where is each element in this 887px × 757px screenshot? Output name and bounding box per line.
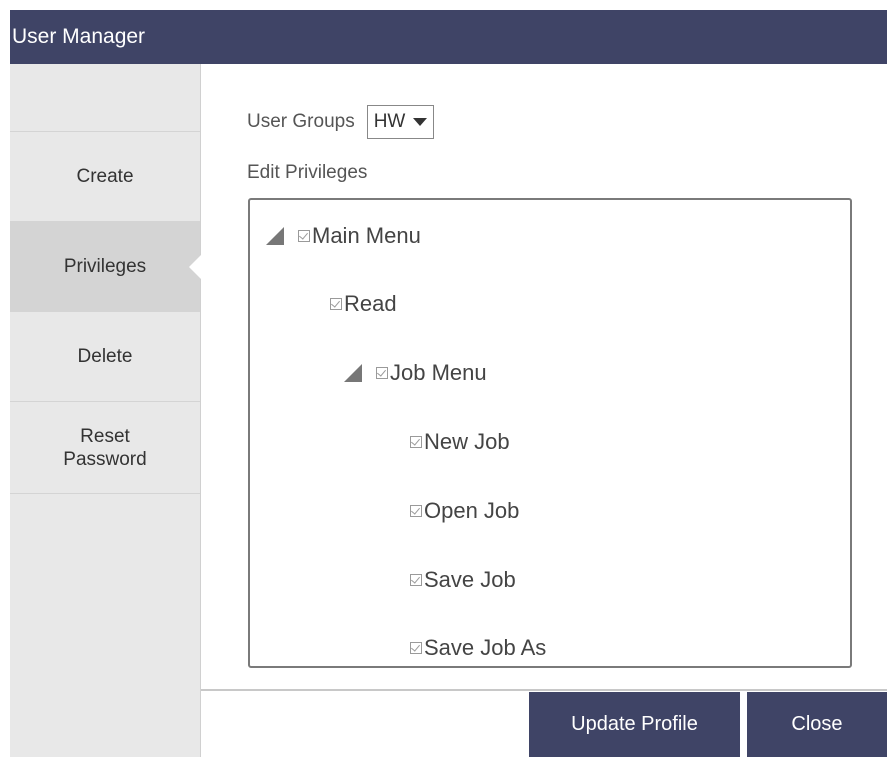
- checkbox-checked-icon[interactable]: [410, 436, 422, 448]
- tree-item-label: Main Menu: [312, 223, 421, 248]
- tree-item-label: Job Menu: [390, 360, 487, 385]
- user-groups-row: User Groups HW: [247, 105, 435, 139]
- checkbox-checked-icon[interactable]: [376, 367, 388, 379]
- chevron-down-icon: [413, 118, 428, 126]
- tree-item-label: New Job: [424, 429, 510, 454]
- sidebar-item-privileges[interactable]: Privileges: [10, 222, 201, 312]
- update-profile-button[interactable]: Update Profile: [529, 692, 740, 757]
- checkbox-checked-icon[interactable]: [298, 230, 310, 242]
- sidebar-spacer: [10, 64, 200, 132]
- expand-triangle-icon[interactable]: [266, 227, 284, 245]
- active-indicator-icon: [189, 254, 201, 279]
- tree-item-main-menu[interactable]: Main Menu: [266, 218, 421, 254]
- checkbox-checked-icon[interactable]: [410, 505, 422, 517]
- tree-item-job-menu[interactable]: Job Menu: [344, 355, 487, 391]
- tree-item-save-job[interactable]: Save Job: [410, 562, 516, 598]
- checkbox-checked-icon[interactable]: [330, 298, 342, 310]
- tree-item-new-job[interactable]: New Job: [410, 424, 510, 460]
- close-button[interactable]: Close: [747, 692, 887, 757]
- footer-divider: [201, 689, 887, 691]
- expand-triangle-icon[interactable]: [344, 364, 362, 382]
- user-groups-label: User Groups: [247, 111, 355, 132]
- sidebar-item-reset-password[interactable]: Reset Password: [10, 402, 200, 494]
- sidebar-item-label: Create: [76, 166, 134, 187]
- sidebar-item-label: Delete: [77, 346, 133, 367]
- user-manager-window: User Manager Create Privileges Delete Re…: [0, 0, 887, 757]
- edit-privileges-label: Edit Privileges: [247, 162, 368, 183]
- user-groups-select[interactable]: HW: [366, 105, 435, 139]
- privileges-tree[interactable]: Main Menu Read Job Menu New Job Open Job: [248, 198, 852, 668]
- sidebar-item-delete[interactable]: Delete: [10, 312, 200, 402]
- tree-item-label: Save Job As: [424, 635, 547, 660]
- tree-item-label: Read: [344, 291, 397, 316]
- tree-item-open-job[interactable]: Open Job: [410, 493, 519, 529]
- tree-item-read[interactable]: Read: [330, 286, 397, 322]
- user-groups-value: HW: [373, 111, 406, 132]
- tree-item-label: Save Job: [424, 567, 516, 592]
- main-content: User Groups HW Edit Privileges Main Menu…: [201, 64, 887, 689]
- sidebar-item-label: Reset Password: [63, 425, 147, 470]
- checkbox-checked-icon[interactable]: [410, 642, 422, 654]
- sidebar-item-label: Privileges: [63, 256, 147, 277]
- window-title: User Manager: [10, 10, 887, 64]
- sidebar-item-create[interactable]: Create: [10, 132, 200, 222]
- checkbox-checked-icon[interactable]: [410, 574, 422, 586]
- sidebar: Create Privileges Delete Reset Password: [10, 64, 201, 757]
- tree-item-label: Open Job: [424, 498, 520, 523]
- tree-item-save-job-as[interactable]: Save Job As: [410, 630, 546, 666]
